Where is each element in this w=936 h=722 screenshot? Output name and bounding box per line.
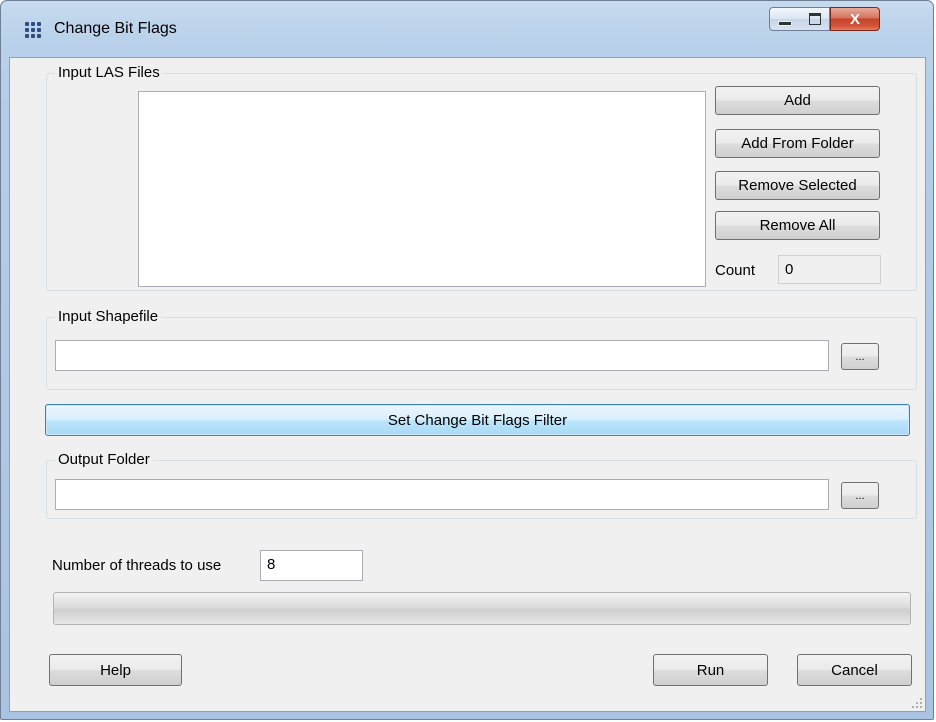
close-icon: X <box>849 10 860 28</box>
threads-label: Number of threads to use <box>52 557 222 574</box>
maximize-icon <box>808 13 821 25</box>
add-button[interactable]: Add <box>715 86 880 115</box>
cancel-button[interactable]: Cancel <box>797 654 912 686</box>
add-from-folder-button[interactable]: Add From Folder <box>715 129 880 158</box>
dialog-body: Input LAS Files Add Add From Folder Remo… <box>9 57 926 712</box>
output-browse-button[interactable]: ... <box>841 482 879 509</box>
count-value: 0 <box>778 255 881 284</box>
help-button[interactable]: Help <box>49 654 182 686</box>
run-button[interactable]: Run <box>653 654 768 686</box>
progress-bar <box>53 592 911 625</box>
input-las-legend: Input LAS Files <box>55 65 163 81</box>
threads-input[interactable]: 8 <box>260 550 363 581</box>
minimize-icon <box>778 20 792 26</box>
remove-selected-button[interactable]: Remove Selected <box>715 171 880 200</box>
las-file-list[interactable] <box>138 91 706 287</box>
minimize-button[interactable] <box>769 7 801 31</box>
grid-app-icon <box>25 22 41 38</box>
dialog-window: Change Bit Flags X Input LAS Files Add A… <box>0 0 934 720</box>
remove-all-button[interactable]: Remove All <box>715 211 880 240</box>
output-folder-legend: Output Folder <box>55 452 153 468</box>
input-las-group: Input LAS Files Add Add From Folder Remo… <box>46 65 917 291</box>
input-shapefile-legend: Input Shapefile <box>55 309 162 325</box>
set-filter-button[interactable]: Set Change Bit Flags Filter <box>45 404 910 436</box>
title-bar[interactable]: Change Bit Flags X <box>1 1 933 59</box>
resize-grip-icon[interactable] <box>912 698 922 708</box>
shapefile-path-input[interactable] <box>55 340 829 371</box>
maximize-button[interactable] <box>800 7 830 31</box>
shapefile-browse-button[interactable]: ... <box>841 343 879 370</box>
window-title: Change Bit Flags <box>54 20 177 37</box>
close-button[interactable]: X <box>830 7 880 31</box>
output-folder-input[interactable] <box>55 479 829 510</box>
input-shapefile-group: Input Shapefile ... <box>46 309 917 390</box>
count-label: Count <box>715 262 756 279</box>
output-folder-group: Output Folder ... <box>46 452 917 519</box>
